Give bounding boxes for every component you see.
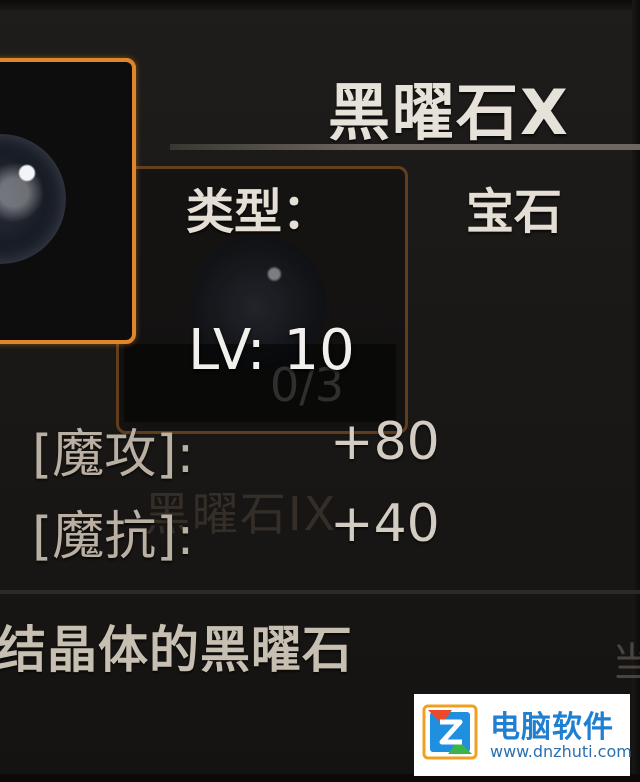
watermark: 电脑软件 www.dnzhuti.com: [414, 694, 632, 776]
obsidian-gem-icon: [0, 134, 66, 264]
item-type-value: 宝石: [466, 184, 563, 240]
title-divider: [170, 144, 640, 150]
item-type-label: 类型：: [186, 184, 331, 240]
item-tooltip-panel: 0/3 黑曜石IX 黑曜石X 类型： 宝石 LV: 10 [魔攻]: +80 […: [0, 0, 640, 782]
item-name: 黑曜石X: [328, 76, 570, 149]
stat-magic-attack-value: +80: [330, 412, 440, 472]
item-icon-slot[interactable]: [0, 58, 136, 344]
description-divider: [0, 590, 640, 594]
item-level: LV: 10: [188, 318, 355, 383]
panel-edge-top: [0, 0, 640, 10]
stat-magic-resist-value: +40: [330, 494, 440, 554]
watermark-title: 电脑软件: [490, 710, 614, 745]
stat-magic-attack-label: [魔攻]:: [32, 425, 195, 485]
stat-magic-resist-label: [魔抗]:: [32, 507, 195, 567]
item-description: 结晶体的黑曜石: [0, 621, 353, 679]
z-logo-icon: [422, 704, 478, 760]
side-glyph: 当: [612, 640, 640, 686]
watermark-url: www.dnzhuti.com: [490, 742, 632, 761]
